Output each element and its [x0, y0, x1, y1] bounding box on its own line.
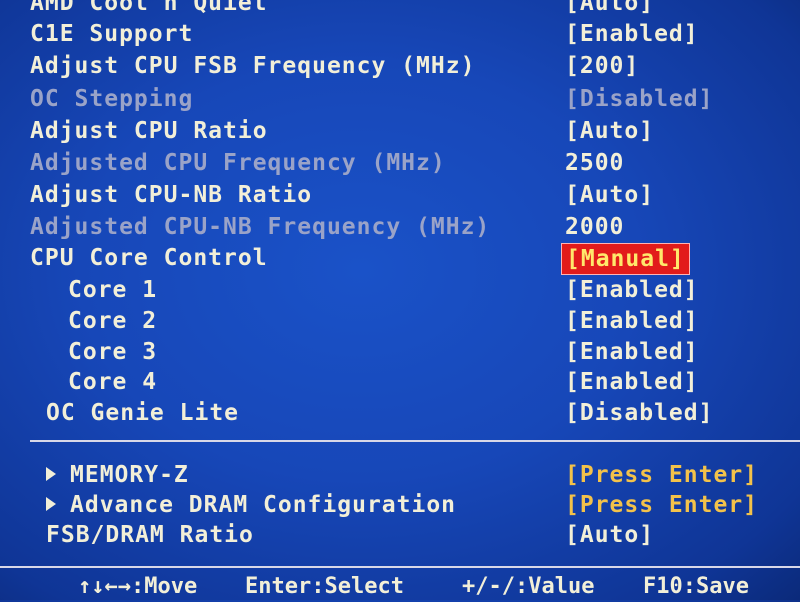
submenu-value[interactable]: [Press Enter] — [565, 490, 758, 520]
setting-value-selected[interactable]: [Manual] — [561, 243, 690, 275]
hint-move: ↑↓←→:Move — [78, 574, 198, 599]
hint-save: F10:Save — [643, 574, 749, 599]
setting-label: C1E Support — [30, 21, 194, 47]
setting-label: FSB/DRAM Ratio — [46, 522, 254, 548]
setting-row-oc-stepping: OC Stepping [Disabled] — [0, 84, 800, 114]
setting-value: 2000 — [565, 214, 625, 240]
setting-label: CPU Core Control — [30, 245, 268, 271]
section-divider — [30, 440, 800, 442]
submenu-row-memory-z[interactable]: MEMORY-Z [Press Enter] — [0, 460, 800, 490]
setting-value[interactable]: [Auto] — [565, 180, 654, 210]
setting-value[interactable]: [Auto] — [565, 116, 654, 146]
hint-value: +/-/:Value — [462, 574, 595, 599]
setting-label: Core 2 — [68, 308, 158, 334]
setting-label: Adjust CPU-NB Ratio — [30, 182, 313, 208]
setting-label: OC Genie Lite — [46, 400, 240, 426]
setting-label: Adjust CPU FSB Frequency (MHz) — [30, 53, 476, 79]
setting-label: Core 1 — [68, 277, 158, 303]
setting-label: Adjusted CPU Frequency (MHz) — [30, 150, 446, 176]
setting-label: OC Stepping — [30, 86, 194, 112]
setting-row-adjusted-cpu-frequency: Adjusted CPU Frequency (MHz) 2500 — [0, 148, 800, 178]
setting-value[interactable]: [Enabled] — [565, 19, 699, 49]
arrow-right-icon — [46, 496, 56, 511]
submenu-label: Advance DRAM Configuration — [46, 490, 456, 520]
setting-value[interactable]: [Auto] — [565, 0, 654, 18]
submenu-value[interactable]: [Press Enter] — [565, 460, 758, 490]
setting-row-cpu-nb-ratio[interactable]: Adjust CPU-NB Ratio [Auto] — [0, 180, 800, 210]
setting-value: 2500 — [565, 150, 625, 176]
arrow-right-icon — [46, 466, 56, 481]
submenu-label: MEMORY-Z — [46, 460, 189, 490]
setting-row-oc-genie-lite[interactable]: OC Genie Lite [Disabled] — [0, 398, 800, 428]
setting-value[interactable]: [Enabled] — [565, 337, 699, 367]
setting-value[interactable]: [Auto] — [565, 520, 654, 550]
setting-value[interactable]: [Enabled] — [565, 367, 699, 397]
setting-value[interactable]: [Enabled] — [565, 306, 699, 336]
setting-row-c1e-support[interactable]: C1E Support [Enabled] — [0, 19, 800, 49]
setting-row-core-3[interactable]: Core 3 [Enabled] — [0, 337, 800, 367]
submenu-label-text: Advance DRAM Configuration — [70, 492, 457, 518]
hint-select: Enter:Select — [245, 574, 404, 599]
help-bar: ↑↓←→:Move Enter:Select +/-/:Value F10:Sa… — [0, 566, 800, 602]
bios-setup-screen: AMD Cool'n'Quiet [Auto] C1E Support [Ena… — [0, 0, 800, 600]
setting-row-cpu-fsb-frequency[interactable]: Adjust CPU FSB Frequency (MHz) [200] — [0, 51, 800, 81]
setting-row-fsb-dram-ratio[interactable]: FSB/DRAM Ratio [Auto] — [0, 520, 800, 550]
submenu-row-advance-dram[interactable]: Advance DRAM Configuration [Press Enter] — [0, 490, 800, 520]
setting-row-core-2[interactable]: Core 2 [Enabled] — [0, 306, 800, 336]
setting-label: AMD Cool'n'Quiet — [30, 0, 268, 16]
setting-row-core-4[interactable]: Core 4 [Enabled] — [0, 367, 800, 397]
setting-value[interactable]: [Disabled] — [565, 398, 713, 428]
submenu-label-text: MEMORY-Z — [70, 462, 189, 488]
setting-label: Core 3 — [68, 339, 158, 365]
setting-row-cpu-core-control[interactable]: CPU Core Control [Manual] — [0, 243, 800, 275]
setting-row-cool-n-quiet[interactable]: AMD Cool'n'Quiet [Auto] — [0, 0, 800, 18]
setting-row-adjusted-cpu-nb-frequency: Adjusted CPU-NB Frequency (MHz) 2000 — [0, 212, 800, 242]
setting-label: Core 4 — [68, 369, 158, 395]
setting-row-cpu-ratio[interactable]: Adjust CPU Ratio [Auto] — [0, 116, 800, 146]
setting-value[interactable]: [Enabled] — [565, 275, 699, 305]
setting-label: Adjusted CPU-NB Frequency (MHz) — [30, 214, 491, 240]
setting-value: [Disabled] — [565, 86, 714, 112]
setting-label: Adjust CPU Ratio — [30, 118, 268, 144]
setting-value[interactable]: [200] — [565, 51, 639, 81]
setting-row-core-1[interactable]: Core 1 [Enabled] — [0, 275, 800, 305]
